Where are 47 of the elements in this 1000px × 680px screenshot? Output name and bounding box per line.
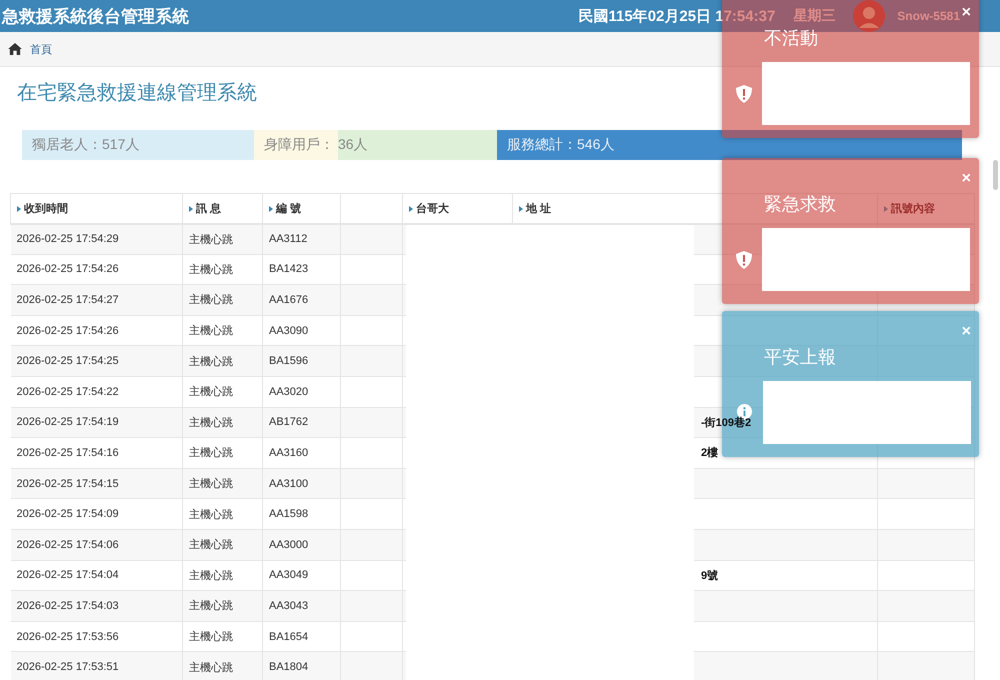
table-cell: 主機心跳 — [182, 407, 262, 438]
scrollbar[interactable] — [993, 160, 998, 190]
table-cell: 2026-02-25 17:54:29 — [10, 224, 182, 254]
close-button[interactable]: × — [962, 4, 971, 22]
shield-icon — [736, 84, 752, 102]
table-cell: 主機心跳 — [182, 529, 262, 560]
table-cell: 主機心跳 — [182, 224, 262, 254]
sort-icon[interactable] — [189, 206, 193, 212]
table-cell: BA1804 — [262, 652, 340, 680]
table-cell: 主機心跳 — [182, 346, 262, 376]
table-cell: AA3043 — [262, 590, 340, 622]
table-cell: 2026-02-25 17:53:51 — [10, 652, 182, 680]
table-cell: 主機心跳 — [182, 590, 262, 622]
stat-segment: 服務總計：546人 — [497, 130, 962, 160]
table-cell: AB1762 — [262, 407, 340, 438]
sort-icon[interactable] — [409, 206, 413, 212]
notification-title: 不活動 — [764, 27, 818, 50]
app-title: 急救援系統後台管理系統 — [2, 6, 189, 28]
table-cell: 2026-02-25 17:54:19 — [10, 407, 182, 438]
page-title: 在宅緊急救援連線管理系統 — [17, 81, 257, 106]
home-icon[interactable] — [8, 43, 22, 55]
sort-icon[interactable] — [519, 206, 523, 212]
table-cell: 2026-02-25 17:54:03 — [10, 590, 182, 622]
weekday: 星期三 — [793, 7, 836, 25]
stat-segment: 獨居老人：517人 — [22, 130, 254, 160]
home-link[interactable]: 首頁 — [30, 42, 52, 56]
table-cell: 2樓 — [701, 447, 718, 460]
stat-segment: 36人 — [338, 130, 497, 160]
table-cell: 2026-02-25 17:54:15 — [10, 468, 182, 499]
table-cell: AA3100 — [262, 468, 340, 499]
table-cell: 9號 — [701, 570, 718, 582]
table-cell: BA1596 — [262, 346, 340, 376]
table-cell: 2026-02-25 17:54:27 — [10, 284, 182, 316]
table-cell: 主機心跳 — [182, 652, 262, 680]
stat-segment: 身障用戶： — [254, 130, 338, 160]
table-cell: AA3000 — [262, 529, 340, 560]
table-cell: AA3112 — [262, 224, 340, 254]
table-cell: 2026-02-25 17:54:25 — [10, 346, 182, 376]
notification-title: 平安上報 — [764, 346, 836, 369]
sort-icon[interactable] — [884, 206, 888, 212]
sort-icon[interactable] — [17, 206, 21, 212]
table-cell: 主機心跳 — [182, 284, 262, 316]
table-cell: 主機心跳 — [182, 468, 262, 499]
sort-icon[interactable] — [269, 206, 273, 212]
notification-title: 緊急求救 — [764, 193, 836, 216]
table-cell: AA1676 — [262, 284, 340, 316]
table-cell: 2026-02-25 17:54:06 — [10, 529, 182, 560]
